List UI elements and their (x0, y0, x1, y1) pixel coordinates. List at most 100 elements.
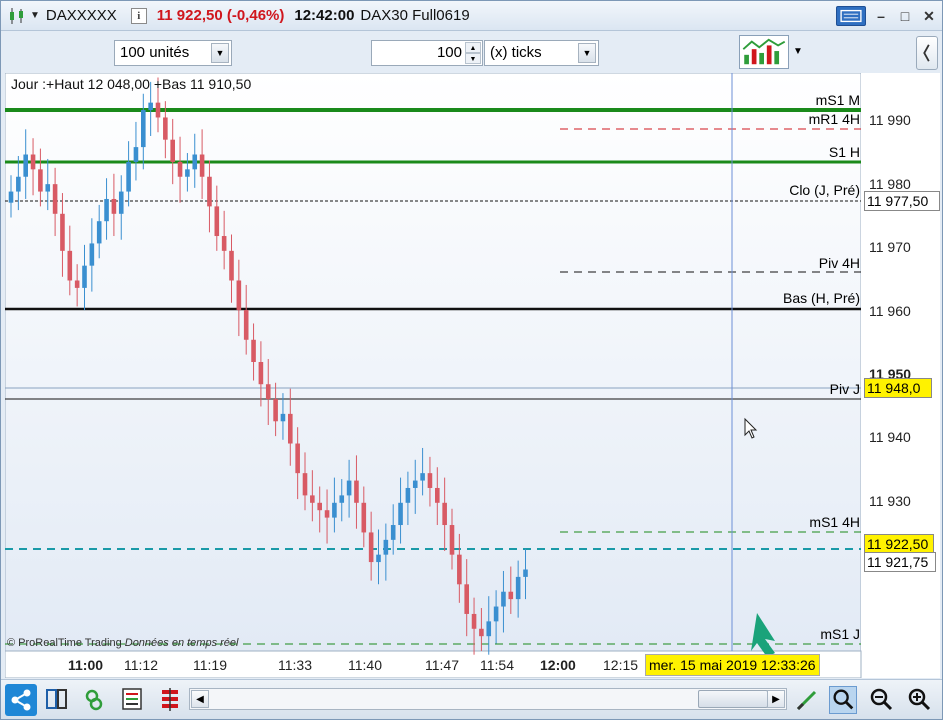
maximize-icon[interactable]: □ (896, 7, 914, 25)
candle-body (170, 139, 175, 162)
candle-body (221, 236, 227, 251)
candle-body (295, 443, 300, 474)
table-icon[interactable] (159, 687, 183, 713)
instrument-name: DAX30 Full0619 (360, 7, 470, 24)
time-tick: 11:19 (193, 657, 227, 673)
candle-body (376, 554, 381, 563)
candle-body (265, 384, 271, 400)
time-tick: 11:33 (278, 657, 312, 673)
cursor-price-box: 11 921,75 (864, 552, 936, 572)
price-axis[interactable]: 11 990 11 980 11 970 11 960 11 950 11 94… (861, 73, 940, 651)
time-tick: 11:47 (425, 657, 459, 673)
window-controls: – □ ✕ (836, 6, 938, 26)
price-tick: 11 940 (869, 429, 911, 445)
minimize-icon[interactable]: – (872, 7, 890, 25)
level-label-mr1-4h: mR1 4H (808, 111, 860, 127)
chevron-down-icon[interactable]: ▼ (211, 43, 229, 63)
link-icon[interactable] (83, 687, 107, 713)
close-price-box: 11 977,50 (864, 191, 940, 211)
candlestick-icon[interactable] (8, 7, 26, 25)
zoom-selection-icon[interactable] (829, 686, 857, 714)
symbol-menu-caret[interactable]: ▼ (30, 10, 40, 21)
close-icon[interactable]: ✕ (920, 7, 938, 25)
candle-body (192, 154, 198, 170)
price-chart[interactable]: Jour :+Haut 12 048,00 +Bas 11 910,50 © P… (5, 73, 940, 678)
time-tick: 11:12 (124, 657, 158, 673)
candle-body (493, 606, 499, 622)
candle-body (317, 502, 322, 511)
chart-canvas[interactable] (5, 73, 940, 678)
chart-toolbar: 100 unités ▼ 100 ▲ ▼ (x) ticks ▼ ▼ (1, 32, 942, 72)
price-change: 11 922,50 (-0,46%) (156, 7, 285, 24)
candle-body (23, 154, 28, 177)
candle-body (67, 250, 73, 281)
price-tick: 11 970 (869, 239, 911, 255)
side-panel-toggle-icon[interactable] (916, 36, 938, 70)
current-time: 12:42:00 (294, 7, 355, 24)
candle-body (118, 191, 124, 214)
info-icon[interactable]: i (130, 7, 147, 24)
chart-list-icon[interactable] (121, 687, 145, 713)
candle-body (96, 221, 102, 244)
candle-body (508, 591, 514, 600)
time-axis[interactable]: 11:00 11:12 11:19 11:33 11:40 11:47 11:5… (5, 651, 861, 677)
bottom-toolbar: ◀ ▶ (1, 679, 942, 719)
last-price-box: 11 922,50 (864, 534, 934, 554)
candle-body (405, 487, 411, 503)
candle-body (89, 243, 95, 266)
drawing-icon[interactable] (793, 686, 821, 714)
candle-body (251, 339, 256, 362)
level-label-clo: Clo (J, Pré) (789, 182, 860, 198)
candle-body (163, 117, 168, 140)
level-label-piv-j: Piv J (829, 381, 860, 397)
candle-body (258, 362, 264, 385)
chart-scrollbar[interactable]: ◀ ▶ (189, 688, 787, 710)
units-select[interactable]: 100 unités ▼ (114, 40, 232, 66)
candle-body (464, 584, 469, 614)
scroll-left-icon[interactable]: ◀ (191, 690, 209, 708)
candle-body (501, 591, 506, 607)
candle-body (523, 569, 528, 577)
scroll-right-icon[interactable]: ▶ (767, 690, 785, 708)
indicators-icon[interactable] (739, 35, 789, 69)
time-tick: 11:40 (348, 657, 382, 673)
prorealtime-window: ▼ DAXXXXX i 11 922,50 (-0,46%) 12:42:00 … (0, 0, 943, 720)
zoom-out-icon[interactable] (867, 686, 895, 714)
pivot-price-box: 11 948,0 (864, 378, 932, 398)
candle-body (38, 169, 43, 192)
time-tick: 12:00 (540, 657, 576, 673)
plot-background (5, 73, 862, 652)
candle-body (30, 154, 36, 170)
candle-body (185, 169, 190, 177)
candle-body (361, 502, 367, 533)
stepper-down-icon[interactable]: ▼ (465, 53, 481, 64)
candle-body (346, 480, 352, 496)
layout-icon[interactable] (45, 687, 69, 713)
indicators-menu-caret[interactable]: ▼ (793, 46, 803, 57)
symbol-name[interactable]: DAXXXXX (46, 7, 117, 24)
candle-body (390, 525, 396, 540)
level-label-bas-h: Bas (H, Pré) (782, 290, 860, 306)
candle-body (177, 161, 183, 177)
ticks-unit-select[interactable]: (x) ticks ▼ (484, 40, 599, 66)
chevron-down-icon[interactable]: ▼ (578, 43, 596, 63)
candle-body (457, 554, 462, 585)
share-icon[interactable] (5, 684, 37, 716)
ticks-stepper[interactable]: 100 ▲ ▼ (371, 40, 483, 66)
candle-body (126, 161, 131, 192)
title-bar: ▼ DAXXXXX i 11 922,50 (-0,46%) 12:42:00 … (1, 1, 942, 31)
candle-body (449, 525, 455, 555)
candle-body (288, 413, 293, 444)
candle-body (82, 265, 87, 288)
candle-body (104, 198, 109, 222)
keyboard-icon[interactable] (836, 6, 866, 26)
scroll-thumb[interactable] (698, 690, 768, 708)
candle-body (324, 510, 330, 518)
time-tick: 12:15 (603, 657, 639, 673)
candle-body (155, 102, 161, 118)
stepper-up-icon[interactable]: ▲ (465, 42, 481, 53)
level-label-piv-4h: Piv 4H (818, 255, 860, 271)
candle-body (60, 213, 65, 251)
zoom-in-icon[interactable] (905, 686, 933, 714)
candle-body (141, 110, 146, 148)
